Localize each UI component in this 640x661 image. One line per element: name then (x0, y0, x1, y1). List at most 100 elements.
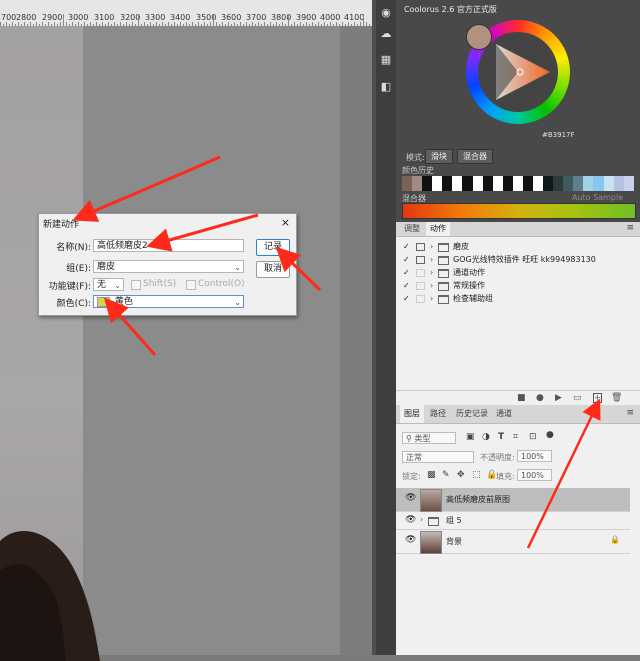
color-select[interactable]: 黄色 ⌄ (93, 295, 244, 308)
chevron-right-icon[interactable]: › (430, 253, 433, 266)
history-swatch[interactable] (432, 176, 443, 191)
tab-paths[interactable]: 路径 (426, 405, 450, 423)
lock-position-icon[interactable]: ✥ (457, 470, 465, 480)
type-filter-icon[interactable]: T (498, 432, 504, 442)
history-swatch[interactable] (452, 176, 463, 191)
action-set-row[interactable]: ✓ › 检查辅助组 (396, 292, 630, 305)
history-swatch[interactable] (512, 176, 523, 191)
layer-row[interactable]: 👁 › 组 5 (396, 512, 630, 530)
history-swatch[interactable] (492, 176, 503, 191)
checkmark-icon[interactable]: ✓ (403, 266, 410, 279)
chevron-right-icon[interactable]: › (430, 266, 433, 279)
chevron-right-icon[interactable]: › (430, 240, 433, 253)
history-swatch[interactable] (472, 176, 483, 191)
record-icon[interactable]: ● (536, 393, 544, 403)
stop-icon[interactable]: ■ (517, 393, 526, 403)
history-swatch[interactable] (522, 176, 534, 191)
image-filter-icon[interactable]: ▣ (466, 432, 475, 442)
lock-artboard-icon[interactable]: ⬚ (472, 470, 481, 480)
dialog-toggle-icon[interactable] (416, 282, 425, 290)
tab-adjustments[interactable]: 调整 (400, 222, 424, 236)
filter-toggle-icon[interactable]: ● (546, 430, 554, 440)
tab-history[interactable]: 历史记录 (452, 405, 492, 423)
dialog-toggle-icon[interactable] (416, 295, 425, 303)
eye-icon[interactable]: 👁 (405, 535, 416, 545)
history-swatch[interactable] (543, 176, 554, 191)
grid-icon[interactable]: ▦ (379, 53, 393, 67)
panel-menu-icon[interactable]: ≡ (626, 223, 634, 233)
control-checkbox[interactable] (186, 280, 196, 290)
action-set-row[interactable]: ✓ › GOG光线特效插件 旺旺 kk994983130 (396, 253, 630, 266)
chevron-right-icon[interactable]: › (430, 279, 433, 292)
trash-icon[interactable]: 🗑 (611, 393, 622, 403)
panel-menu-icon[interactable]: ≡ (626, 408, 634, 418)
play-icon[interactable]: ▶ (555, 393, 562, 403)
dialog-toggle-icon[interactable] (416, 243, 425, 251)
checkmark-icon[interactable]: ✓ (403, 279, 410, 292)
history-swatch[interactable] (563, 176, 574, 191)
current-color-swatch[interactable] (466, 24, 492, 50)
shape-filter-icon[interactable]: ⌗ (513, 432, 518, 442)
opacity-input[interactable]: 100% (517, 450, 552, 462)
record-button[interactable]: 记录 (256, 239, 290, 256)
slider-mode-button[interactable]: 滑块 (425, 149, 453, 164)
dialog-toggle-icon[interactable] (416, 256, 425, 264)
cancel-button[interactable]: 取消 (256, 261, 290, 278)
history-swatch[interactable] (502, 176, 513, 191)
lock-pixels-icon[interactable]: ✎ (442, 470, 450, 480)
action-set-row[interactable]: ✓ › 常规操作 (396, 279, 630, 292)
gradient-icon[interactable]: ◧ (379, 80, 393, 94)
set-select[interactable]: 磨皮 ⌄ (93, 260, 244, 273)
action-name-input[interactable]: 高低频磨皮2 (93, 239, 244, 252)
layer-row[interactable]: 👁 高低频磨皮前原图 (396, 488, 630, 512)
history-swatch[interactable] (422, 176, 433, 191)
new-action-icon[interactable]: + (593, 393, 602, 403)
checkmark-icon[interactable]: ✓ (403, 292, 410, 305)
eye-icon[interactable]: 👁 (405, 515, 416, 525)
history-swatch[interactable] (442, 176, 453, 191)
action-set-row[interactable]: ✓ › 通道动作 (396, 266, 630, 279)
checkmark-icon[interactable]: ✓ (403, 253, 410, 266)
tab-layers[interactable]: 图层 (400, 405, 424, 423)
mixer-gradient[interactable] (402, 203, 636, 219)
history-swatch[interactable] (482, 176, 493, 191)
history-swatch[interactable] (613, 176, 624, 191)
history-swatch[interactable] (593, 176, 604, 191)
history-swatch[interactable] (533, 176, 544, 191)
action-set-row[interactable]: ✓ › 磨皮 (396, 240, 630, 253)
color-picker-icon[interactable]: ◉ (379, 6, 393, 20)
chevron-right-icon[interactable]: › (420, 515, 423, 524)
folder-icon[interactable]: ▭ (573, 393, 582, 403)
dialog-toggle-icon[interactable] (416, 269, 425, 277)
cloud-icon[interactable]: ☁ (379, 27, 393, 41)
blend-mode-select[interactable]: 正常 (402, 451, 474, 463)
document-canvas[interactable] (0, 26, 372, 661)
layers-tab-bar: 图层 路径 历史记录 通道 ≡ (396, 405, 640, 424)
history-swatch[interactable] (583, 176, 594, 191)
history-swatch[interactable] (553, 176, 564, 191)
layer-row[interactable]: 👁 背景 🔒 (396, 530, 630, 554)
close-icon[interactable]: × (281, 216, 290, 229)
eye-icon[interactable]: 👁 (405, 493, 416, 503)
fill-input[interactable]: 100% (517, 469, 552, 481)
lock-transparency-icon[interactable]: ▩ (427, 470, 436, 480)
checkmark-icon[interactable]: ✓ (403, 240, 410, 253)
shift-checkbox[interactable] (131, 280, 141, 290)
color-triangle[interactable] (478, 32, 558, 112)
color-history-strip[interactable] (402, 176, 634, 191)
history-swatch[interactable] (412, 176, 423, 191)
function-key-select[interactable]: 无 ⌄ (93, 278, 124, 291)
tab-channels[interactable]: 通道 (492, 405, 516, 423)
chevron-right-icon[interactable]: › (430, 292, 433, 305)
smart-object-filter-icon[interactable]: ⊡ (529, 432, 537, 442)
layer-kind-filter[interactable]: ⚲ 类型 (402, 432, 456, 444)
tab-actions[interactable]: 动作 (426, 222, 450, 236)
history-swatch[interactable] (623, 176, 634, 191)
history-swatch[interactable] (603, 176, 614, 191)
wheel-center (478, 32, 558, 112)
history-swatch[interactable] (573, 176, 584, 191)
history-swatch[interactable] (402, 176, 413, 191)
history-swatch[interactable] (462, 176, 473, 191)
mixer-mode-button[interactable]: 混合器 (457, 149, 493, 164)
adjustment-filter-icon[interactable]: ◑ (482, 432, 490, 442)
